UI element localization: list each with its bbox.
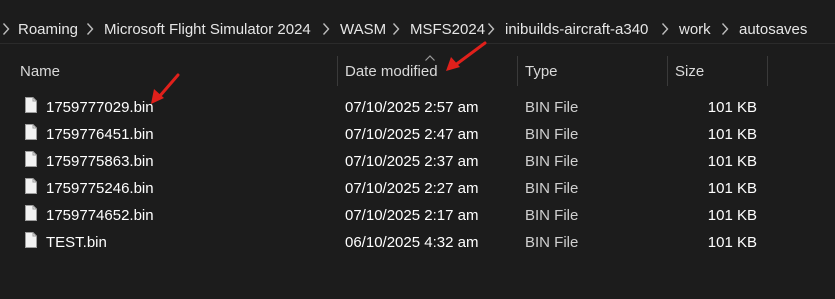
chevron-right-icon xyxy=(487,22,495,36)
file-size: 101 KB xyxy=(707,153,757,170)
file-name: TEST.bin xyxy=(46,234,107,251)
chevron-right-icon xyxy=(721,22,729,36)
column-divider[interactable] xyxy=(517,56,518,86)
breadcrumb-item-microsoft-flight-simulator-2024[interactable]: Microsoft Flight Simulator 2024 xyxy=(104,20,311,40)
file-date: 07/10/2025 2:27 am xyxy=(345,180,479,197)
file-type: BIN File xyxy=(525,180,579,197)
file-row[interactable]: 1759774652.bin 07/10/2025 2:17 am BIN Fi… xyxy=(0,202,835,229)
file-row[interactable]: 1759775246.bin 07/10/2025 2:27 am BIN Fi… xyxy=(0,175,835,202)
file-date: 07/10/2025 2:37 am xyxy=(345,153,479,170)
breadcrumb-item-work[interactable]: work xyxy=(679,20,711,40)
file-name: 1759774652.bin xyxy=(46,207,154,224)
chevron-right-icon xyxy=(2,22,10,36)
file-size: 101 KB xyxy=(707,207,757,224)
column-header-name[interactable]: Name xyxy=(20,62,60,82)
file-date: 06/10/2025 4:32 am xyxy=(345,234,479,251)
chevron-right-icon xyxy=(392,22,400,36)
column-divider[interactable] xyxy=(767,56,768,86)
column-header-type[interactable]: Type xyxy=(525,62,558,82)
file-row[interactable]: 1759776451.bin 07/10/2025 2:47 am BIN Fi… xyxy=(0,121,835,148)
column-header-row: Name Date modified Type Size xyxy=(0,54,835,88)
breadcrumb-item-autosaves[interactable]: autosaves xyxy=(739,20,807,40)
breadcrumb: Roaming Microsoft Flight Simulator 2024 … xyxy=(0,0,835,44)
file-row[interactable]: 1759775863.bin 07/10/2025 2:37 am BIN Fi… xyxy=(0,148,835,175)
file-type: BIN File xyxy=(525,99,579,116)
file-date: 07/10/2025 2:57 am xyxy=(345,99,479,116)
column-divider[interactable] xyxy=(667,56,668,86)
column-header-date-modified[interactable]: Date modified xyxy=(345,62,438,82)
file-row[interactable]: TEST.bin 06/10/2025 4:32 am BIN File 101… xyxy=(0,229,835,256)
file-icon xyxy=(25,232,37,248)
file-type: BIN File xyxy=(525,153,579,170)
file-size: 101 KB xyxy=(707,234,757,251)
column-divider[interactable] xyxy=(337,56,338,86)
file-name: 1759777029.bin xyxy=(46,99,154,116)
chevron-right-icon xyxy=(86,22,94,36)
file-name: 1759775246.bin xyxy=(46,180,154,197)
file-icon xyxy=(25,205,37,221)
breadcrumb-item-wasm[interactable]: WASM xyxy=(340,20,386,40)
file-icon xyxy=(25,124,37,140)
file-icon xyxy=(25,178,37,194)
file-explorer-window: Roaming Microsoft Flight Simulator 2024 … xyxy=(0,0,835,299)
file-name: 1759775863.bin xyxy=(46,153,154,170)
file-type: BIN File xyxy=(525,126,579,143)
file-size: 101 KB xyxy=(707,180,757,197)
chevron-right-icon xyxy=(322,22,330,36)
file-date: 07/10/2025 2:17 am xyxy=(345,207,479,224)
file-date: 07/10/2025 2:47 am xyxy=(345,126,479,143)
breadcrumb-item-msfs2024[interactable]: MSFS2024 xyxy=(410,20,485,40)
file-size: 101 KB xyxy=(707,99,757,116)
column-header-size[interactable]: Size xyxy=(675,62,704,82)
file-row[interactable]: 1759777029.bin 07/10/2025 2:57 am BIN Fi… xyxy=(0,94,835,121)
file-icon xyxy=(25,151,37,167)
chevron-right-icon xyxy=(661,22,669,36)
file-name: 1759776451.bin xyxy=(46,126,154,143)
file-type: BIN File xyxy=(525,207,579,224)
file-icon xyxy=(25,97,37,113)
file-size: 101 KB xyxy=(707,126,757,143)
file-type: BIN File xyxy=(525,234,579,251)
breadcrumb-item-roaming[interactable]: Roaming xyxy=(18,20,78,40)
breadcrumb-item-inibuilds-aircraft-a340[interactable]: inibuilds-aircraft-a340 xyxy=(505,20,648,40)
